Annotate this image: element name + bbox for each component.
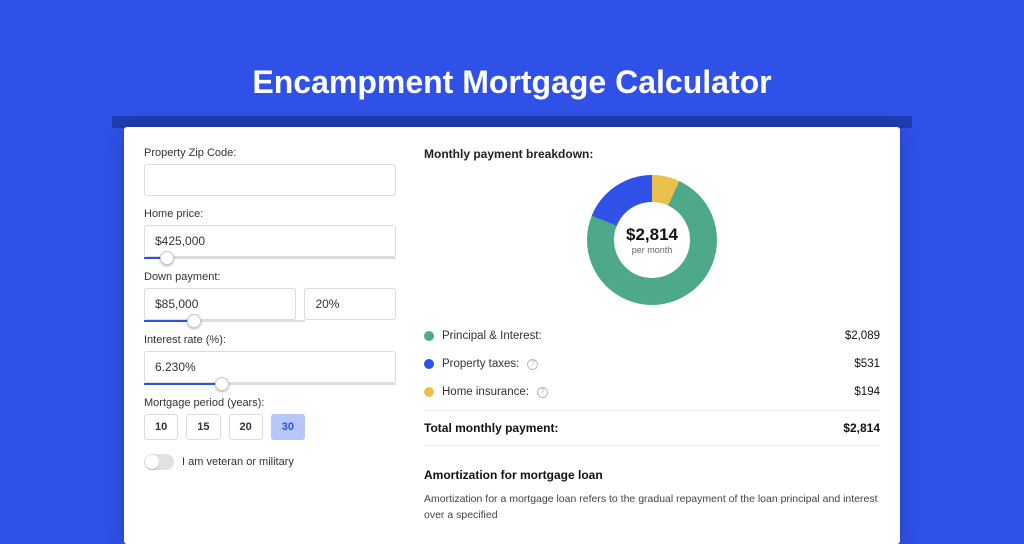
payment-donut-chart: $2,814 per month [587,175,717,305]
legend-insurance: Home insurance: ? $194 [424,378,880,406]
field-period: Mortgage period (years): 10 15 20 30 [144,397,396,440]
interest-slider-fill [144,383,222,385]
legend-value-principal: $2,089 [845,330,880,342]
info-icon[interactable]: ? [537,387,548,398]
down-payment-slider[interactable] [144,320,305,322]
home-price-slider-thumb[interactable] [160,251,174,265]
amortization-heading: Amortization for mortgage loan [424,468,880,482]
down-payment-slider-thumb[interactable] [187,314,201,328]
period-option-30[interactable]: 30 [271,414,305,440]
field-down-payment: Down payment: [144,271,396,322]
calculator-card: Property Zip Code: Home price: Down paym… [124,127,900,544]
total-row: Total monthly payment: $2,814 [424,410,880,446]
total-value: $2,814 [843,421,880,435]
field-interest-rate: Interest rate (%): [144,334,396,385]
period-option-20[interactable]: 20 [229,414,263,440]
breakdown-column: Monthly payment breakdown: $2,814 per mo… [396,147,880,524]
donut-wrap: $2,814 per month [424,171,880,305]
interest-input[interactable] [144,351,396,383]
field-zip: Property Zip Code: [144,147,396,196]
legend-dot-yellow [424,387,434,397]
period-option-10[interactable]: 10 [144,414,178,440]
donut-center-value: $2,814 [626,225,678,245]
down-payment-pct-input[interactable] [304,288,396,320]
info-icon[interactable]: ? [527,359,538,370]
donut-center-sub: per month [632,245,673,255]
legend-taxes: Property taxes: ? $531 [424,350,880,378]
period-option-15[interactable]: 15 [186,414,220,440]
breakdown-heading: Monthly payment breakdown: [424,147,880,161]
veteran-toggle[interactable] [144,454,174,470]
legend-value-insurance: $194 [854,386,880,398]
legend-label-insurance: Home insurance: [442,386,529,398]
veteran-label: I am veteran or military [182,456,294,468]
total-label: Total monthly payment: [424,421,558,435]
down-payment-label: Down payment: [144,271,396,283]
legend-label-principal: Principal & Interest: [442,330,542,342]
donut-center: $2,814 per month [614,202,690,278]
legend-dot-blue [424,359,434,369]
amortization-section: Amortization for mortgage loan Amortizat… [424,468,880,524]
form-column: Property Zip Code: Home price: Down paym… [144,147,396,524]
interest-slider[interactable] [144,383,396,385]
page-title: Encampment Mortgage Calculator [0,0,1024,101]
home-price-input[interactable] [144,225,396,257]
legend-value-taxes: $531 [854,358,880,370]
period-label: Mortgage period (years): [144,397,396,409]
legend-principal: Principal & Interest: $2,089 [424,321,880,350]
home-price-slider[interactable] [144,257,396,259]
zip-input[interactable] [144,164,396,196]
veteran-toggle-knob [145,455,159,469]
field-home-price: Home price: [144,208,396,259]
down-payment-input[interactable] [144,288,296,320]
amortization-text: Amortization for a mortgage loan refers … [424,492,880,524]
legend-dot-green [424,331,434,341]
interest-slider-thumb[interactable] [215,377,229,391]
period-options: 10 15 20 30 [144,414,396,440]
interest-label: Interest rate (%): [144,334,396,346]
veteran-toggle-row: I am veteran or military [144,454,396,470]
legend-label-taxes: Property taxes: [442,358,519,370]
home-price-label: Home price: [144,208,396,220]
zip-label: Property Zip Code: [144,147,396,159]
